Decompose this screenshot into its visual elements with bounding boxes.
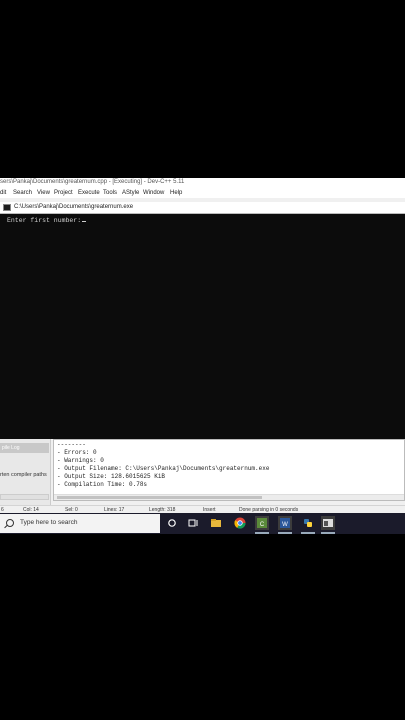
python-active-indicator — [301, 532, 315, 534]
word-icon[interactable]: W — [278, 516, 292, 530]
console-active-indicator — [321, 532, 335, 534]
menu-search[interactable]: Search — [13, 190, 32, 196]
windows-taskbar: Type here to search C W — [0, 513, 405, 534]
desktop-screen: sers\Pankaj\Documents\greaternum.cpp - [… — [0, 178, 405, 534]
menu-window[interactable]: Window — [143, 190, 164, 196]
bottom-panel: pile Log rten compiler paths -------- - E… — [0, 439, 405, 505]
console-titlebar[interactable]: C:\Users\Pankaj\Documents\greaternum.exe — [0, 202, 405, 214]
side-panel-scrollbar[interactable] — [0, 494, 49, 500]
python-icon[interactable] — [301, 516, 315, 530]
compiler-side-panel: pile Log rten compiler paths — [0, 439, 51, 505]
menu-bar: dit Search View Project Execute Tools AS… — [0, 189, 405, 198]
log-line: - Output Size: 128.6015625 KiB — [57, 473, 166, 481]
log-scroll-thumb[interactable] — [57, 496, 262, 499]
menu-project[interactable]: Project — [54, 190, 73, 196]
window-title: sers\Pankaj\Documents\greaternum.cpp - [… — [0, 179, 185, 185]
tab-compile-log[interactable]: pile Log — [0, 443, 49, 453]
console-title: C:\Users\Pankaj\Documents\greaternum.exe — [14, 204, 134, 210]
menu-help[interactable]: Help — [170, 190, 182, 196]
tab-compile-log-label: pile Log — [2, 445, 20, 451]
search-placeholder: Type here to search — [20, 519, 78, 526]
word-active-indicator — [278, 532, 292, 534]
compile-log-text: -------- - Errors: 0- Warnings: 0- Output… — [57, 441, 269, 490]
text-cursor — [82, 221, 87, 222]
compile-log-panel[interactable]: -------- - Errors: 0- Warnings: 0- Output… — [53, 439, 405, 501]
taskbar-search[interactable]: Type here to search — [0, 514, 160, 533]
console-output: Enter first number: — [7, 217, 87, 224]
log-line: - Output Filename: C:\Users\Pankaj\Docum… — [57, 465, 270, 473]
log-line: -------- — [57, 441, 86, 448]
log-line: - Errors: 0 — [57, 449, 97, 457]
devcpp-active-indicator — [255, 532, 269, 534]
console-app-icon[interactable] — [321, 516, 335, 530]
file-explorer-icon[interactable] — [209, 516, 223, 530]
chrome-icon[interactable] — [233, 516, 247, 530]
menu-execute[interactable]: Execute — [78, 190, 100, 196]
svg-text:W: W — [282, 522, 288, 528]
console-window[interactable]: C:\Users\Pankaj\Documents\greaternum.exe… — [0, 202, 405, 439]
task-view-icon[interactable] — [186, 516, 200, 530]
log-line: - Warnings: 0 — [57, 457, 104, 465]
cortana-icon[interactable] — [165, 516, 179, 530]
menu-edit[interactable]: dit — [0, 190, 6, 196]
menu-view[interactable]: View — [37, 190, 50, 196]
compiler-paths-text: rten compiler paths — [0, 472, 47, 478]
search-icon — [6, 519, 14, 527]
log-line: - Compilation Time: 0.78s — [57, 481, 148, 489]
menu-tools[interactable]: Tools — [103, 190, 117, 196]
log-horizontal-scrollbar[interactable] — [54, 494, 404, 500]
console-app-icon — [3, 204, 11, 211]
devcpp-icon[interactable]: C — [255, 516, 269, 530]
menu-astyle[interactable]: AStyle — [122, 190, 139, 196]
svg-text:C: C — [260, 522, 265, 528]
console-prompt-text: Enter first number: — [7, 217, 82, 224]
